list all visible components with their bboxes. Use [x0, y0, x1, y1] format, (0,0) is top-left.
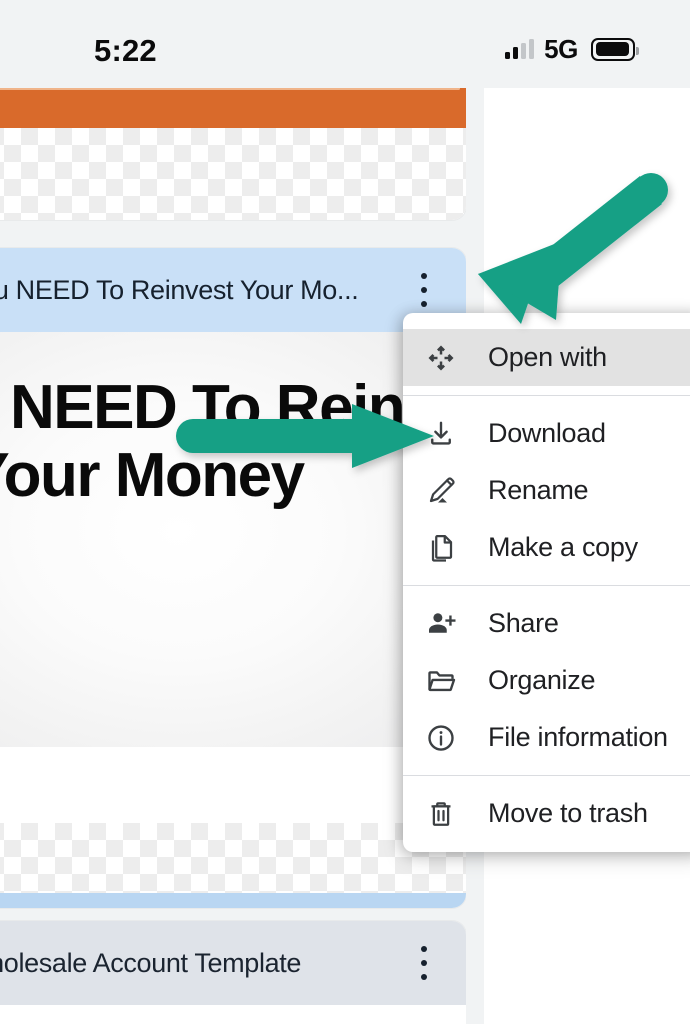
kebab-menu-icon[interactable]	[410, 273, 438, 307]
folder-icon	[426, 666, 472, 696]
status-bar-indicators: 5G	[505, 33, 639, 65]
file-context-menu[interactable]: Open with Download Rename Make a copy Sh…	[403, 313, 690, 852]
selected-card-footer-strip	[0, 893, 466, 908]
file-card-spreadsheet[interactable]: Wholesale Account Template	[0, 921, 466, 1024]
menu-item-label: Make a copy	[488, 532, 638, 562]
preview-orange-band	[0, 88, 466, 128]
menu-item-label: Organize	[488, 665, 596, 695]
trash-can-icon	[426, 799, 472, 829]
menu-item-label: Share	[488, 608, 559, 638]
menu-divider	[403, 775, 690, 776]
menu-item-download[interactable]: Download	[403, 405, 690, 462]
menu-divider	[403, 395, 690, 396]
spreadsheet-preview[interactable]	[0, 1005, 466, 1024]
menu-item-label: Rename	[488, 475, 589, 505]
menu-item-organize[interactable]: Organize	[403, 652, 690, 709]
menu-item-file-information[interactable]: File information	[403, 709, 690, 766]
pencil-edit-icon	[426, 476, 472, 506]
status-bar: 5:22 5G	[0, 0, 690, 88]
file-card-previous[interactable]	[0, 88, 466, 220]
menu-divider	[403, 585, 690, 586]
info-circle-icon	[426, 723, 472, 753]
file-name-label: You NEED To Reinvest Your Mo...	[0, 274, 359, 305]
network-type-label: 5G	[544, 33, 578, 64]
download-icon	[426, 419, 472, 449]
status-bar-time: 5:22	[94, 33, 157, 68]
file-preview-image[interactable]: u NEED To Reinve Your Money	[0, 332, 466, 747]
menu-item-open-with[interactable]: Open with	[403, 329, 690, 386]
preview-text-line-1: u NEED To Reinve	[0, 373, 466, 442]
cellular-signal-icon	[505, 39, 535, 59]
menu-item-rename[interactable]: Rename	[403, 462, 690, 519]
preview-text-line-2: Your Money	[0, 441, 305, 510]
file-row-header[interactable]: Wholesale Account Template	[0, 921, 466, 1005]
menu-item-label: Open with	[488, 342, 607, 372]
file-row-header-selected[interactable]: You NEED To Reinvest Your Mo...	[0, 248, 466, 332]
transparency-checkerboard	[0, 823, 466, 893]
open-with-move-icon	[426, 343, 472, 373]
file-name-label: Wholesale Account Template	[0, 947, 302, 978]
copy-duplicate-icon	[426, 533, 472, 563]
menu-item-label: Move to trash	[488, 798, 648, 828]
menu-item-label: Download	[488, 418, 606, 448]
transparency-checkerboard	[0, 128, 466, 220]
kebab-menu-icon[interactable]	[410, 946, 438, 980]
battery-icon	[591, 37, 639, 61]
menu-item-share[interactable]: Share	[403, 595, 690, 652]
menu-item-label: File information	[488, 722, 668, 752]
menu-item-make-a-copy[interactable]: Make a copy	[403, 519, 690, 576]
person-add-icon	[426, 609, 472, 639]
phone-screen: 5:22 5G You NEED To Reinvest Your Mo...	[0, 0, 690, 1024]
menu-item-move-to-trash[interactable]: Move to trash	[403, 785, 690, 842]
file-card-selected[interactable]: You NEED To Reinvest Your Mo... u NEED T…	[0, 248, 466, 908]
